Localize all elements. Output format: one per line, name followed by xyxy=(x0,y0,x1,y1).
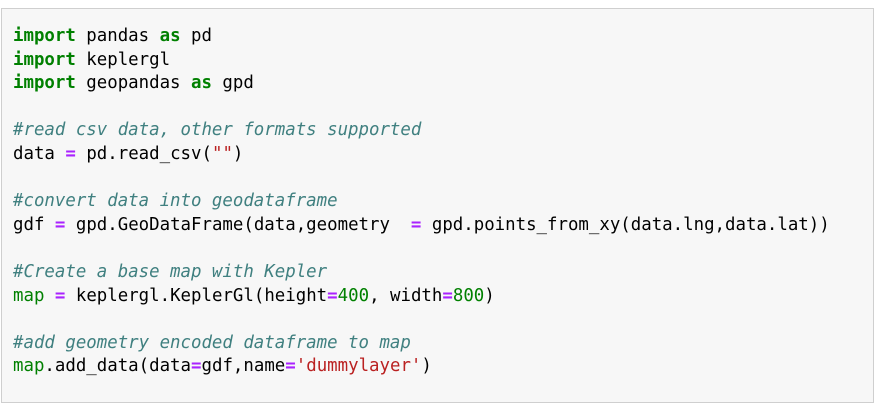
name-token: map xyxy=(13,356,45,377)
code-text: gpd.GeoDataFrame(data,geometry xyxy=(65,214,411,235)
code-cell[interactable]: import pandas as pd import keplergl import… xyxy=(1,8,874,403)
code-text: gpd.points_from_xy(data.lng,data.lat)) xyxy=(421,214,830,235)
string-token: "" xyxy=(211,143,233,164)
code-text: ) xyxy=(484,285,495,306)
number-token: 400 xyxy=(337,285,370,306)
comment-token: #Create a base map with Kepler xyxy=(13,261,328,282)
comment-token: #read csv data, other formats supported xyxy=(13,120,422,141)
keyword-token: as xyxy=(159,26,181,46)
code-line: map.add_data(data=gdf,name='dummylayer') xyxy=(13,355,830,379)
code-text: ) xyxy=(232,143,244,164)
operator-token: = xyxy=(54,214,66,235)
keyword-token: import xyxy=(13,26,76,46)
code-line: ​ xyxy=(13,167,830,191)
code-line: gdf = gpd.GeoDataFrame(data,geometry = g… xyxy=(13,214,830,238)
code-line: import keplergl xyxy=(13,49,830,73)
code-text: gdf,name xyxy=(201,356,286,377)
operator-token: = xyxy=(442,285,453,306)
comment-token: #add geometry encoded dataframe to map xyxy=(13,332,411,353)
code-text: geopandas xyxy=(75,73,191,94)
code-text: ) xyxy=(421,356,432,377)
code-text: gpd xyxy=(211,73,254,94)
code-text: data xyxy=(13,143,66,164)
code-line: ​ xyxy=(13,96,830,120)
code-editor[interactable]: import pandas as pd import keplergl import… xyxy=(13,25,830,379)
keyword-token: import xyxy=(13,73,76,94)
comment-token: #convert data into geodataframe xyxy=(13,191,338,212)
code-text: keplergl xyxy=(75,49,171,70)
operator-token: = xyxy=(410,214,422,235)
code-text: pd xyxy=(180,26,212,46)
operator-token: = xyxy=(54,285,66,306)
operator-token: = xyxy=(191,356,202,377)
code-line: map = keplergl.KeplerGl(height=400, widt… xyxy=(13,285,830,309)
operator-token: = xyxy=(65,143,76,164)
code-line: #convert data into geodataframe xyxy=(13,190,830,214)
code-text: .add_data(data xyxy=(44,356,192,377)
keyword-token: as xyxy=(191,73,212,94)
code-text: gdf xyxy=(13,214,55,235)
code-text: pd.read_csv( xyxy=(75,143,212,164)
code-line: data = pd.read_csv("") xyxy=(13,143,830,167)
number-token: 800 xyxy=(452,285,485,306)
code-text: pandas xyxy=(75,26,160,46)
code-line: ​ xyxy=(13,237,830,261)
code-line: #add geometry encoded dataframe to map xyxy=(13,332,830,356)
code-line: import pandas as pd xyxy=(13,25,830,49)
code-line: ​ xyxy=(13,308,830,332)
operator-token: = xyxy=(285,356,296,377)
string-token: 'dummylayer' xyxy=(295,356,422,377)
code-line: import geopandas as gpd xyxy=(13,72,830,96)
code-text: keplergl.KeplerGl(height xyxy=(65,285,328,306)
operator-token: = xyxy=(327,285,338,306)
keyword-token: import xyxy=(13,49,76,70)
name-token: map xyxy=(13,285,45,306)
code-text: , width xyxy=(369,285,443,306)
code-line: #Create a base map with Kepler xyxy=(13,261,830,285)
code-line: #read csv data, other formats supported xyxy=(13,119,830,143)
